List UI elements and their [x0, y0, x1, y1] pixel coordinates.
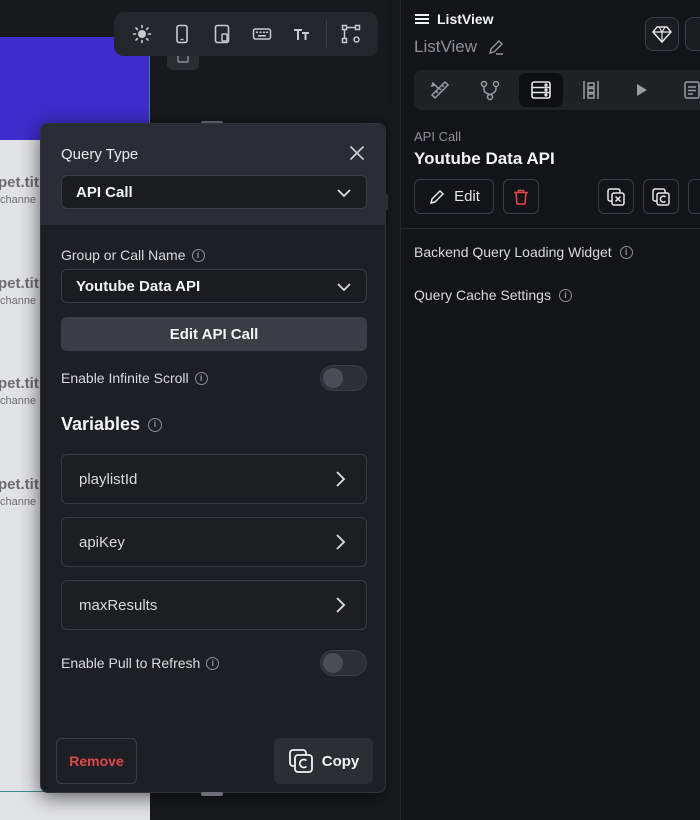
- delete-query-button[interactable]: [503, 179, 539, 214]
- query-popup: Query Type API Call Group or Call Name i…: [40, 123, 386, 793]
- list-item-title: pet.tit: [0, 275, 39, 292]
- pencil-icon: [430, 189, 445, 204]
- info-icon[interactable]: i: [148, 417, 163, 432]
- properties-panel: ListView ListView API Call Youtube Data …: [400, 0, 700, 820]
- diamond-icon: [652, 26, 672, 44]
- database-icon: [531, 81, 551, 99]
- toggle-knob: [323, 368, 343, 388]
- pencil-icon[interactable]: [487, 38, 505, 56]
- query-type-value: API Call: [76, 183, 133, 201]
- variable-row-apiKey[interactable]: apiKey: [61, 517, 367, 567]
- chevron-down-icon: [337, 189, 351, 198]
- menu-icon: [415, 14, 429, 24]
- list-item-title: pet.tit: [0, 375, 39, 392]
- clear-icon: [607, 187, 625, 206]
- remove-button[interactable]: Remove: [56, 738, 137, 784]
- api-kind-label: API Call: [414, 129, 461, 144]
- group-call-name-value: Youtube Data API: [76, 277, 201, 295]
- play-icon: [637, 84, 648, 96]
- tab-actions[interactable]: [468, 73, 512, 107]
- tab-animations[interactable]: [619, 73, 663, 107]
- chevron-right-icon: [336, 597, 346, 613]
- sun-icon[interactable]: [122, 17, 162, 51]
- copy-label: Copy: [321, 752, 360, 770]
- info-icon[interactable]: i: [619, 245, 633, 259]
- group-call-name-label: Group or Call Name i: [61, 247, 205, 263]
- tab-layout[interactable]: [569, 73, 613, 107]
- info-icon[interactable]: i: [558, 288, 572, 302]
- document-icon: [684, 81, 700, 99]
- chevron-right-icon: [336, 471, 346, 487]
- more-button[interactable]: [685, 17, 700, 51]
- pull-refresh-toggle[interactable]: [320, 650, 367, 676]
- bezier-icon[interactable]: [331, 17, 371, 51]
- tab-properties[interactable]: [418, 73, 462, 107]
- list-item-subtitle: channe: [0, 194, 37, 206]
- query-type-select[interactable]: API Call: [61, 175, 367, 209]
- info-icon[interactable]: i: [191, 248, 205, 262]
- panel-divider[interactable]: [388, 0, 400, 820]
- tab-documentation[interactable]: [670, 73, 700, 107]
- copy-button[interactable]: Copy: [274, 738, 373, 784]
- infinite-scroll-label: Enable Infinite Scroll i: [61, 370, 208, 386]
- close-icon[interactable]: [346, 142, 368, 164]
- chevron-down-icon: [337, 283, 351, 292]
- remove-query-button[interactable]: [598, 179, 634, 214]
- phone-icon[interactable]: [162, 17, 202, 51]
- list-item-subtitle: channe: [0, 395, 37, 407]
- device-toolbar: [114, 12, 378, 56]
- paste-query-button[interactable]: [688, 179, 700, 214]
- info-icon[interactable]: i: [206, 656, 220, 670]
- list-item-subtitle: channe: [0, 295, 37, 307]
- panel-tabs: [414, 70, 700, 110]
- ruler-pencil-icon: [430, 80, 450, 100]
- list-item-subtitle: channe: [0, 496, 37, 508]
- panel-separator: [401, 228, 700, 229]
- text-size-icon[interactable]: [282, 17, 322, 51]
- copy-query-button[interactable]: [643, 179, 679, 214]
- widget-name[interactable]: ListView: [414, 37, 505, 57]
- query-cache-setting[interactable]: Query Cache Settings i: [414, 287, 572, 303]
- variable-row-maxResults[interactable]: maxResults: [61, 580, 367, 630]
- tablet-icon[interactable]: [202, 17, 242, 51]
- edit-api-call-button[interactable]: Edit API Call: [61, 317, 367, 351]
- chevron-right-icon: [336, 534, 346, 550]
- copy-icon: [288, 749, 313, 773]
- toolbar-divider: [326, 20, 327, 48]
- api-name: Youtube Data API: [414, 149, 555, 168]
- infinite-scroll-toggle[interactable]: [320, 365, 367, 391]
- trash-icon: [514, 189, 528, 205]
- gem-button[interactable]: [645, 17, 679, 51]
- pull-refresh-label: Enable Pull to Refresh i: [61, 655, 220, 671]
- widget-type-heading: ListView: [415, 11, 494, 27]
- info-icon[interactable]: i: [194, 371, 208, 385]
- toggle-knob: [323, 653, 343, 673]
- list-item-title: pet.tit: [0, 476, 39, 493]
- popup-drag-handle-bottom[interactable]: [201, 792, 223, 796]
- variable-row-playlistId[interactable]: playlistId: [61, 454, 367, 504]
- query-type-label: Query Type: [61, 146, 139, 163]
- loading-widget-setting[interactable]: Backend Query Loading Widget i: [414, 244, 633, 260]
- keyboard-icon[interactable]: [242, 17, 282, 51]
- copy-icon: [652, 187, 670, 206]
- flow-icon: [481, 80, 500, 101]
- group-call-name-select[interactable]: Youtube Data API: [61, 269, 367, 303]
- list-item-title: pet.tit: [0, 174, 39, 191]
- variables-heading: Variables i: [61, 414, 163, 435]
- columns-icon: [583, 81, 599, 99]
- edit-query-button[interactable]: Edit: [414, 179, 494, 214]
- tab-backend-query[interactable]: [518, 73, 563, 107]
